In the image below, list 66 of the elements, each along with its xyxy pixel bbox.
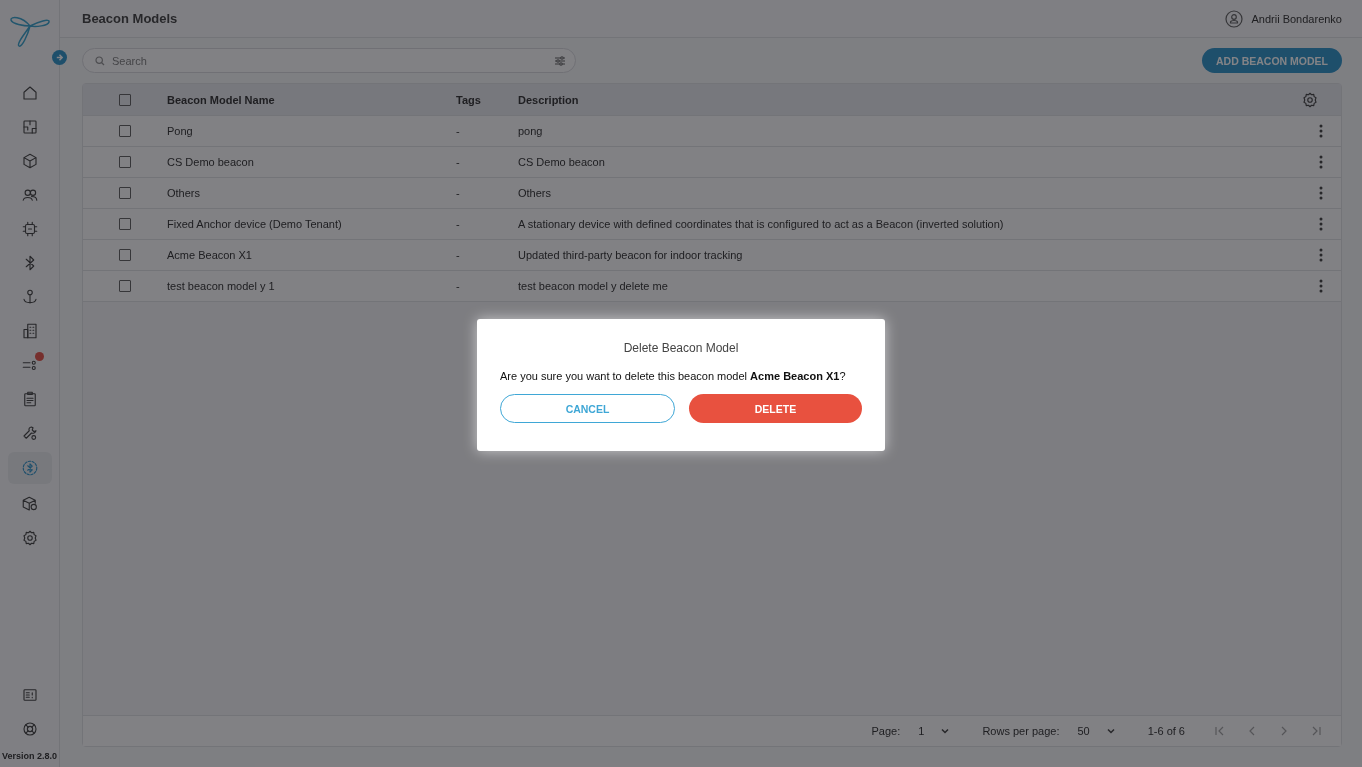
user-name[interactable]: Andrii Bondarenko — [1251, 12, 1342, 25]
filter-icon[interactable] — [554, 55, 566, 67]
more-icon[interactable] — [1319, 217, 1323, 231]
table-cell-text: - — [456, 156, 461, 168]
dialog-title: Delete Beacon Model — [623, 341, 739, 355]
more-icon[interactable] — [1319, 186, 1323, 200]
rows-per-page-label: Rows per page: — [982, 725, 1060, 737]
chevron-down-icon — [1105, 726, 1116, 736]
building-icon — [20, 321, 39, 340]
more-icon[interactable] — [1319, 248, 1323, 262]
bluetooth-icon — [20, 459, 39, 477]
table-cell-text: Others — [518, 187, 552, 199]
cancel-button[interactable]: CANCEL — [500, 394, 675, 423]
table-cell-text: test beacon model y delete me — [518, 280, 669, 292]
row-checkbox[interactable] — [119, 249, 131, 261]
delete-button[interactable]: DELETE — [689, 394, 862, 423]
box-icon — [20, 494, 39, 513]
page-label: Page: — [871, 725, 901, 737]
user-avatar-icon — [1225, 9, 1244, 28]
rows-per-page-select[interactable]: 50 — [1069, 725, 1124, 737]
more-icon[interactable] — [1319, 124, 1323, 138]
table-cell-text: pong — [518, 125, 544, 137]
table-cell-text: - — [456, 280, 461, 292]
nav-item[interactable] — [7, 452, 52, 484]
dialog-message: Are you sure you want to delete this beacon model Acme Beacon X1? — [500, 370, 846, 382]
row-checkbox[interactable] — [119, 187, 131, 199]
table-cell-text: - — [456, 187, 461, 199]
table-cell-text: Pong — [167, 125, 194, 137]
chip-icon — [20, 219, 39, 238]
anchor-icon — [20, 287, 39, 306]
search-icon — [95, 56, 105, 66]
table-cell-text: test beacon model y 1 — [167, 280, 276, 292]
version-label: Version 2.8.0 — [1, 751, 57, 761]
row-checkbox[interactable] — [119, 125, 131, 137]
table-cell-text: Fixed Anchor device (Demo Tenant) — [167, 218, 343, 230]
cube-icon — [20, 151, 39, 170]
chevron-down-icon — [940, 726, 951, 736]
select-all-checkbox[interactable] — [119, 93, 131, 106]
page-select[interactable]: 1 — [910, 725, 959, 737]
table-cell-text: - — [456, 218, 461, 230]
floorplan-icon — [20, 117, 39, 136]
arrow-right-icon — [55, 53, 64, 62]
add-beacon-model-button[interactable]: ADD BEACON MODEL — [1202, 48, 1342, 73]
table-cell-text: Others — [167, 187, 201, 199]
lifebuoy-icon — [20, 719, 39, 738]
column-header[interactable]: Description — [518, 93, 1301, 106]
settings-icon — [20, 528, 39, 547]
table-cell-text: A stationary device with defined coordinates that is configured to act as a Beacon (inverted solution) — [518, 218, 1005, 230]
table-cell-text: CS Demo beacon — [167, 156, 255, 168]
search-field[interactable]: Search — [82, 48, 576, 73]
settings-icon — [1301, 90, 1319, 109]
table-cell-text: Acme Beacon X1 — [167, 249, 253, 261]
column-header[interactable]: Beacon Model Name — [167, 93, 456, 106]
row-checkbox[interactable] — [119, 156, 131, 168]
page-title: Beacon Models — [82, 11, 178, 26]
table-cell-text: - — [456, 125, 461, 137]
page-range: 1-6 of 6 — [1147, 725, 1185, 737]
row-checkbox[interactable] — [119, 280, 131, 292]
table-cell-text: CS Demo beacon — [518, 156, 606, 168]
column-header[interactable]: Tags — [456, 93, 518, 106]
table-cell-text: Updated third-party beacon for indoor tracking — [518, 249, 744, 261]
more-icon[interactable] — [1319, 155, 1323, 169]
expand-button[interactable] — [52, 50, 67, 65]
row-checkbox[interactable] — [119, 218, 131, 230]
table-cell-text: - — [456, 249, 461, 261]
more-icon[interactable] — [1319, 279, 1323, 293]
